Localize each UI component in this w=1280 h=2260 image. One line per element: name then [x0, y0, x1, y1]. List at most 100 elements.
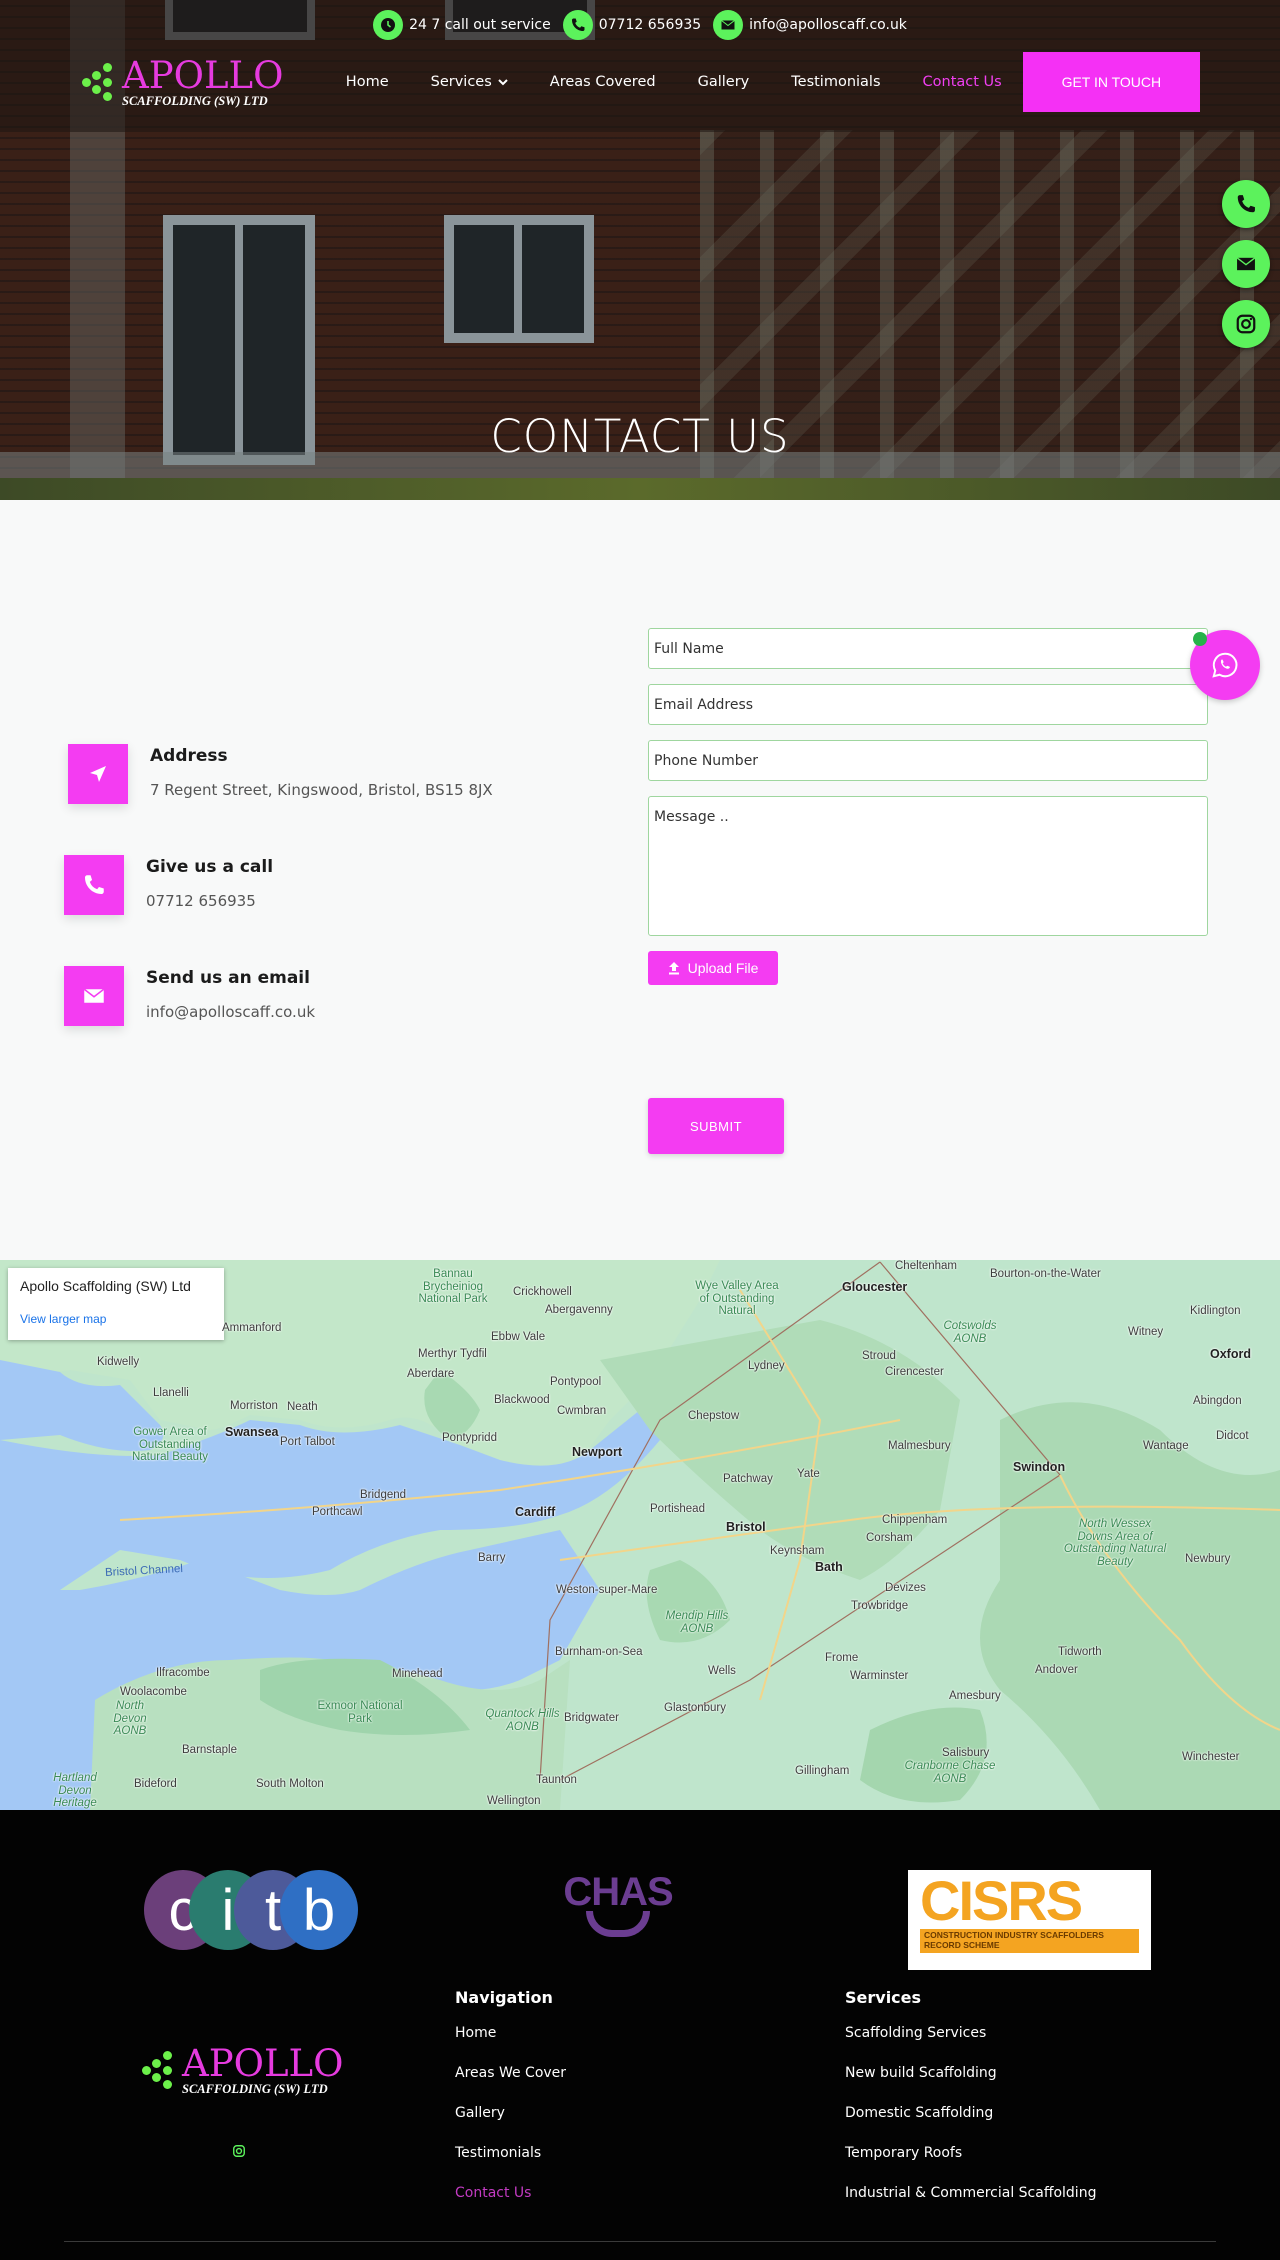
map-park-label: North Devon AONB	[113, 1700, 147, 1738]
map-label: Wantage	[1143, 1440, 1189, 1452]
map-label: Newbury	[1185, 1553, 1231, 1565]
floating-email-button[interactable]	[1222, 240, 1270, 288]
nav-item-areas-covered[interactable]: Areas Covered	[529, 74, 677, 90]
get-in-touch-button[interactable]: GET IN TOUCH	[1022, 52, 1200, 112]
map-label: Lydney	[748, 1360, 785, 1372]
email-input[interactable]: Email Address	[648, 684, 1208, 725]
nav-item-services[interactable]: Services	[410, 74, 529, 90]
footer-link-gallery[interactable]: Gallery	[455, 2105, 566, 2145]
footer-link-scaffolding-services[interactable]: Scaffolding Services	[845, 2025, 1096, 2065]
map-label: Swindon	[1013, 1460, 1066, 1474]
footer-link-temporary-roofs[interactable]: Temporary Roofs	[845, 2145, 1096, 2185]
map-label: Trowbridge	[851, 1600, 909, 1612]
chas-logo-text: CHAS	[563, 1870, 673, 1914]
topbar-phone[interactable]: 07712 656935	[562, 10, 701, 40]
map-label: Blackwood	[494, 1394, 550, 1406]
map-label: Portishead	[650, 1503, 705, 1515]
footer-link-new-build-scaffolding[interactable]: New build Scaffolding	[845, 2065, 1096, 2105]
map-label: Yate	[797, 1468, 820, 1480]
floating-phone-button[interactable]	[1222, 180, 1270, 228]
phone-value[interactable]: 07712 656935	[146, 892, 273, 910]
address-title: Address	[150, 746, 228, 766]
envelope-icon	[713, 10, 744, 40]
map-label: Minehead	[392, 1668, 443, 1680]
submit-button[interactable]: SUBMIT	[648, 1098, 784, 1154]
whatsapp-icon	[1212, 652, 1238, 678]
logo-main-text: APOLLO	[122, 53, 284, 97]
map-label: Bristol	[726, 1520, 766, 1534]
map-label: Andover	[1035, 1664, 1078, 1676]
footer-services-heading: Services	[845, 1988, 922, 2007]
map-park-label: North Wessex Downs Area of Outstanding N…	[1063, 1518, 1167, 1568]
nav-item-label: Home	[345, 74, 389, 90]
map-label: Kidwelly	[97, 1356, 140, 1368]
address-value: 7 Regent Street, Kingswood, Bristol, BS1…	[150, 781, 493, 799]
map-label: Cwmbran	[557, 1405, 607, 1417]
footer-link-industrial-commercial-scaffolding[interactable]: Industrial & Commercial Scaffolding	[845, 2185, 1096, 2225]
email-value[interactable]: info@apolloscaff.co.uk	[146, 1003, 315, 1021]
logo-sub-text: SCAFFOLDING (SW) LTD	[182, 2082, 328, 2096]
map-label: Bideford	[134, 1778, 177, 1790]
footer-link-contact-us[interactable]: Contact Us	[455, 2185, 566, 2225]
map-label: Tidworth	[1058, 1646, 1102, 1658]
map-label: Weston-super-Mare	[556, 1584, 658, 1596]
topbar-phone-text[interactable]: 07712 656935	[599, 17, 701, 33]
nav-item-home[interactable]: Home	[325, 74, 410, 90]
map-label: Merthyr Tydfil	[418, 1348, 487, 1360]
nav-item-testimonials[interactable]: Testimonials	[770, 74, 901, 90]
full-name-input[interactable]: Full Name	[648, 628, 1208, 669]
map-label: Taunton	[536, 1774, 577, 1786]
footer-logo[interactable]: APOLLO SCAFFOLDING (SW) LTD	[140, 2045, 343, 2096]
instagram-icon[interactable]	[232, 2144, 246, 2158]
upload-icon	[668, 962, 679, 975]
address-info: Address 7 Regent Street, Kingswood, Bris…	[68, 744, 493, 804]
map-label: Crickhowell	[513, 1286, 572, 1298]
location-arrow-icon	[68, 744, 128, 804]
message-textarea[interactable]: Message ..	[648, 796, 1208, 936]
view-larger-map-link[interactable]: View larger map	[20, 1312, 212, 1326]
google-map[interactable]: Apollo Scaffolding (SW) Ltd View larger …	[0, 1260, 1280, 1810]
footer-link-areas-we-cover[interactable]: Areas We Cover	[455, 2065, 566, 2105]
logo-dots-icon	[80, 59, 122, 105]
map-label: Warminster	[850, 1670, 909, 1682]
topbar-email-text[interactable]: info@apolloscaff.co.uk	[749, 17, 907, 33]
map-label: Ilfracombe	[156, 1667, 210, 1679]
nav-item-gallery[interactable]: Gallery	[677, 74, 771, 90]
map-label: Oxford	[1210, 1347, 1251, 1361]
map-label: Kidlington	[1190, 1305, 1241, 1317]
footer-link-testimonials[interactable]: Testimonials	[455, 2145, 566, 2185]
map-label: Cheltenham	[895, 1260, 958, 1272]
footer-link-home[interactable]: Home	[455, 2025, 566, 2065]
map-label: Chippenham	[882, 1514, 948, 1526]
logo-dots-icon	[140, 2047, 182, 2093]
cisrs-logo-subtext: CONSTRUCTION INDUSTRY SCAFFOLDERS RECORD…	[920, 1929, 1139, 1953]
upload-file-label: Upload File	[687, 960, 759, 976]
site-logo[interactable]: APOLLO SCAFFOLDING (SW) LTD	[80, 57, 303, 108]
nav-item-contact-us[interactable]: Contact Us	[902, 74, 1023, 90]
map-park-label: Quantock Hills AONB	[485, 1708, 560, 1733]
nav-item-label: Services	[430, 74, 492, 90]
map-label: Cirencester	[885, 1366, 944, 1378]
map-label: Bourton-on-the-Water	[990, 1268, 1101, 1280]
main-nav: APOLLO SCAFFOLDING (SW) LTD Home Service…	[80, 52, 1200, 112]
footer-services: Services Scaffolding Services New build …	[845, 1988, 1096, 2225]
phone-input[interactable]: Phone Number	[648, 740, 1208, 781]
map-label: Ebbw Vale	[491, 1331, 546, 1343]
map-label: Glastonbury	[664, 1702, 727, 1714]
map-label: Pontypool	[550, 1376, 602, 1388]
whatsapp-chat-button[interactable]	[1190, 630, 1260, 700]
cisrs-logo-text: CISRS	[920, 1869, 1083, 1932]
hero-section: 24 7 call out service 07712 656935 info@…	[0, 0, 1280, 500]
map-label: Barnstaple	[182, 1744, 237, 1756]
phone-icon	[562, 10, 593, 40]
map-park-label: Mendip Hills AONB	[665, 1610, 729, 1635]
upload-file-button[interactable]: Upload File	[648, 951, 778, 985]
phone-icon	[64, 855, 124, 915]
envelope-icon	[1236, 257, 1256, 271]
topbar-email[interactable]: info@apolloscaff.co.uk	[713, 10, 907, 40]
phone-icon	[1237, 195, 1255, 213]
logo-main-text: APOLLO	[182, 2042, 344, 2085]
floating-instagram-button[interactable]	[1222, 300, 1270, 348]
nav-item-label: Testimonials	[791, 74, 881, 90]
footer-link-domestic-scaffolding[interactable]: Domestic Scaffolding	[845, 2105, 1096, 2145]
